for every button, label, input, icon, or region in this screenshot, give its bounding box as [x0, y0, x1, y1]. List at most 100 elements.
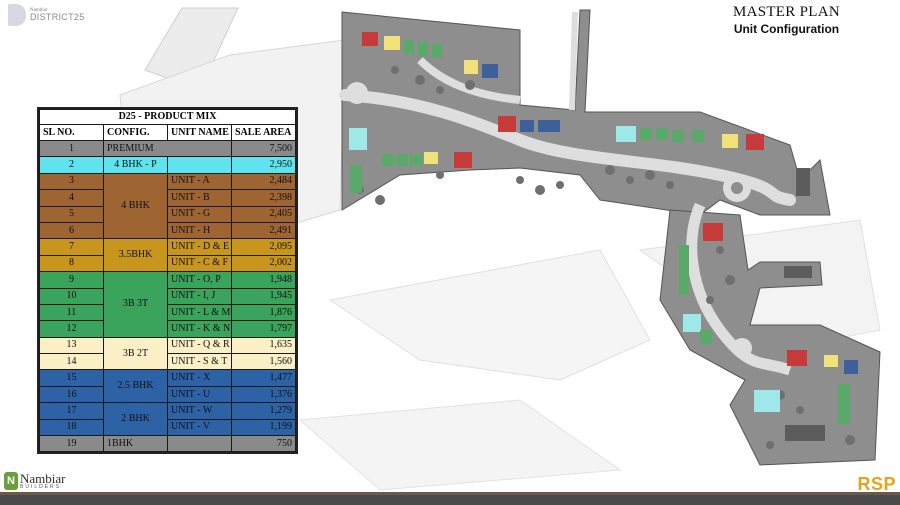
- building-green: [679, 245, 689, 295]
- cell-unit: UNIT - W: [167, 402, 232, 420]
- building-green: [700, 330, 712, 344]
- building-blue: [482, 64, 498, 78]
- building-yellow: [464, 60, 478, 74]
- cell-config: 4 BHK - P: [103, 156, 168, 174]
- cell-sl: 16: [39, 385, 104, 404]
- building-yellow: [424, 152, 438, 164]
- table-row: 7 3.5BHK UNIT - D & E 2,095: [39, 238, 296, 273]
- cell-unit: UNIT - I, J: [167, 287, 232, 305]
- building-red: [362, 32, 378, 46]
- cell-sl: 2: [39, 156, 104, 174]
- roundabout: [346, 82, 368, 104]
- cell-area: 1,199: [231, 418, 296, 437]
- table-row: 8 UNIT - C & F 2,002: [39, 254, 296, 273]
- cell-area: 750: [231, 435, 296, 453]
- cell-sl: 8: [39, 254, 104, 273]
- table-row: 14 UNIT - S & T 1,560: [39, 353, 296, 371]
- column-header: UNIT NAME: [167, 124, 232, 141]
- building-green: [382, 154, 394, 166]
- bottom-strip: [0, 492, 900, 495]
- table-row: 11 UNIT - L & M 1,876: [39, 303, 296, 322]
- cell-config: 2 BHK: [103, 402, 168, 437]
- cell-unit: UNIT - B: [167, 189, 232, 207]
- cell-sl: 18: [39, 418, 104, 437]
- cell-unit: UNIT - Q & R: [167, 336, 232, 355]
- table-row: 9 3B 3T UNIT - O, P 1,948: [39, 271, 296, 338]
- building-yellow: [722, 134, 738, 148]
- column-header: SL NO.: [39, 124, 104, 141]
- building-red: [454, 152, 472, 168]
- cell-area: 2,405: [231, 205, 296, 223]
- building-yellow: [384, 36, 400, 50]
- cell-config: 3B 2T: [103, 336, 168, 371]
- cell-area: 1,948: [231, 271, 296, 289]
- cell-unit: UNIT - U: [167, 385, 232, 404]
- building-blue: [844, 360, 858, 374]
- logo-brand-big: DISTRICT25: [30, 12, 85, 22]
- cell-unit: UNIT - A: [167, 172, 232, 191]
- cell-area: 2,398: [231, 189, 296, 207]
- building-blue: [548, 120, 560, 132]
- building-yellow: [824, 355, 838, 367]
- cell-sl: 5: [39, 205, 104, 223]
- building-blue: [520, 120, 534, 132]
- table-row: 1 PREMIUM 7,500: [39, 139, 296, 158]
- cell-area: 2,095: [231, 238, 296, 256]
- cell-sl: 10: [39, 287, 104, 305]
- cell-unit: UNIT - H: [167, 221, 232, 240]
- district25-logo-mark: [8, 4, 26, 26]
- map-ground-shape: [328, 249, 651, 381]
- cell-unit: UNIT - S & T: [167, 353, 232, 371]
- table-row: 19 1BHK 750: [39, 435, 296, 453]
- cell-sl: 6: [39, 221, 104, 240]
- cell-sl: 4: [39, 189, 104, 207]
- title-block: MASTER PLAN Unit Configuration: [733, 4, 840, 36]
- building-green: [838, 384, 850, 424]
- building-green: [410, 154, 422, 166]
- table-row: 15 2.5 BHK UNIT - X 1,477: [39, 369, 296, 404]
- building-red: [498, 116, 516, 132]
- cell-unit: UNIT - X: [167, 369, 232, 387]
- building-green: [692, 130, 704, 142]
- cell-unit: UNIT - L & M: [167, 303, 232, 322]
- cell-area: 1,477: [231, 369, 296, 387]
- building-green: [672, 130, 684, 142]
- road: [569, 11, 578, 111]
- roundabout-center: [731, 182, 743, 194]
- building-gray: [785, 425, 825, 441]
- cell-sl: 15: [39, 369, 104, 387]
- building-green: [404, 40, 414, 54]
- cell-area: 1,376: [231, 385, 296, 404]
- district25-logo: Nambiar DISTRICT25: [8, 4, 85, 26]
- table-row: 18 UNIT - V 1,199: [39, 418, 296, 437]
- cell-sl: 1: [39, 139, 104, 158]
- building-gray: [796, 168, 810, 196]
- cell-config: 3B 3T: [103, 271, 168, 338]
- cell-config: PREMIUM: [103, 139, 232, 158]
- cell-sl: 13: [39, 336, 104, 355]
- table-row: 4 UNIT - B 2,398: [39, 189, 296, 207]
- table-row: 17 2 BHK UNIT - W 1,279: [39, 402, 296, 437]
- cell-unit: UNIT - K & N: [167, 320, 232, 338]
- table-row: 6 UNIT - H 2,491: [39, 221, 296, 240]
- building-green: [432, 44, 442, 58]
- table-row: 13 3B 2T UNIT - Q & R 1,635: [39, 336, 296, 371]
- cell-unit: UNIT - D & E: [167, 238, 232, 256]
- nambiar-builders-logo: N Nambiar BUILDERS: [4, 472, 65, 490]
- building-red: [703, 223, 723, 241]
- cell-area: 1,560: [231, 353, 296, 371]
- table-row: 3 4 BHK UNIT - A 2,484: [39, 172, 296, 240]
- map-ground-shape: [298, 399, 622, 491]
- cell-area: 7,500: [231, 139, 296, 158]
- table-row: 2 4 BHK - P 2,950: [39, 156, 296, 174]
- page-title: MASTER PLAN: [732, 4, 840, 20]
- cell-unit: [167, 156, 232, 174]
- cell-config: 4 BHK: [103, 172, 168, 240]
- cell-sl: 3: [39, 172, 104, 191]
- building-gray: [784, 266, 812, 278]
- cell-area: 2,484: [231, 172, 296, 191]
- building-cyan: [683, 314, 701, 332]
- cell-unit: UNIT - C & F: [167, 254, 232, 273]
- building-green: [418, 42, 428, 56]
- cell-area: 2,002: [231, 254, 296, 273]
